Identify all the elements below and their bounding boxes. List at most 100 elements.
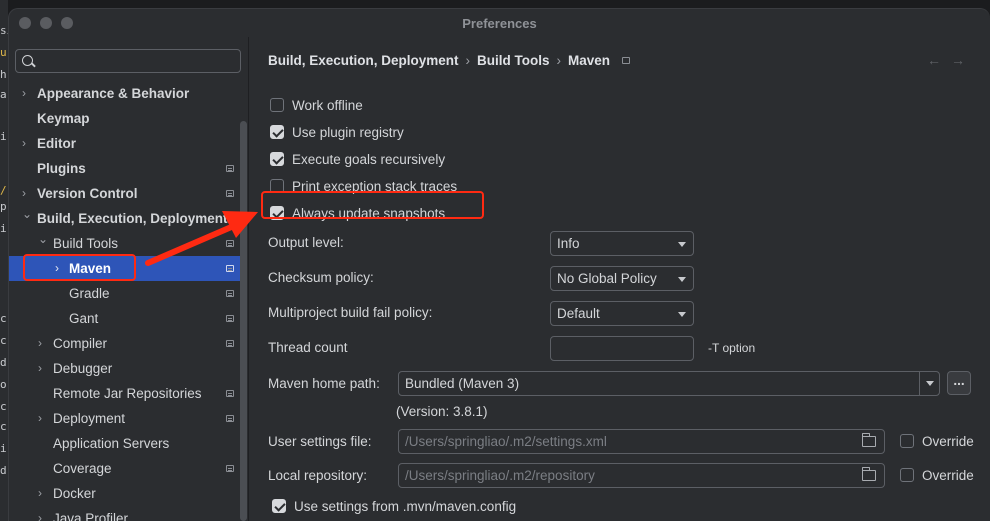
select-value: No Global Policy <box>557 271 657 286</box>
highlight-update-snapshots-annotation <box>261 191 484 219</box>
user-settings-override-checkbox[interactable]: Override <box>900 431 974 451</box>
sidebar-item-remote-jar-repositories[interactable]: Remote Jar Repositories <box>9 381 241 406</box>
sidebar-item-docker[interactable]: › Docker <box>9 481 241 506</box>
breadcrumb-item[interactable]: Build Tools <box>477 53 550 68</box>
combo-dropdown-button[interactable] <box>919 372 939 395</box>
zoom-window-button[interactable] <box>61 17 73 29</box>
sidebar-item-deployment[interactable]: › Deployment <box>9 406 241 431</box>
sidebar-item-label: Version Control <box>37 186 138 201</box>
chevron-right-icon[interactable]: › <box>22 131 26 156</box>
input-value: /Users/springliao/.m2/repository <box>405 468 595 483</box>
chevron-right-icon[interactable]: › <box>38 331 42 356</box>
search-icon <box>22 55 33 66</box>
chevron-right-icon[interactable]: › <box>38 356 42 381</box>
sidebar-item-gant[interactable]: Gant <box>9 306 241 331</box>
checkbox-box[interactable] <box>270 125 284 139</box>
project-level-icon <box>622 57 631 64</box>
sidebar-item-debugger[interactable]: › Debugger <box>9 356 241 381</box>
edge-char: h <box>0 68 7 81</box>
edge-char: / <box>0 184 7 197</box>
sidebar-item-appearance[interactable]: › Appearance & Behavior <box>9 81 241 106</box>
sidebar-item-keymap[interactable]: Keymap <box>9 106 241 131</box>
breadcrumb-separator: › <box>556 53 562 68</box>
thread-count-input[interactable] <box>550 336 694 361</box>
maven-settings-panel: Build, Execution, Deployment › Build Tools… <box>250 37 990 521</box>
search-input[interactable] <box>15 49 241 73</box>
local-repository-input[interactable]: /Users/springliao/.m2/repository <box>398 463 885 488</box>
checkbox-box[interactable] <box>900 434 914 448</box>
sidebar-item-version-control[interactable]: › Version Control <box>9 181 241 206</box>
edge-char: a <box>0 88 7 101</box>
chevron-down-icon[interactable]: ⌄ <box>22 202 32 227</box>
user-settings-label: User settings file: <box>268 434 372 449</box>
maven-home-label: Maven home path: <box>268 376 380 391</box>
project-level-icon <box>226 240 234 247</box>
chevron-down-icon <box>926 381 934 386</box>
chevron-right-icon[interactable]: › <box>22 81 26 106</box>
window-title: Preferences <box>462 15 537 31</box>
sidebar-item-label: Coverage <box>53 461 112 476</box>
back-arrow-icon[interactable]: ← <box>927 52 951 68</box>
folder-icon[interactable] <box>862 433 876 447</box>
checkbox-label: Override <box>922 433 974 449</box>
checkbox-label: Work offline <box>292 97 363 113</box>
sidebar-item-editor[interactable]: › Editor <box>9 131 241 156</box>
select-value: Default <box>557 306 600 321</box>
project-level-icon <box>226 165 234 172</box>
sidebar-item-coverage[interactable]: Coverage <box>9 456 241 481</box>
history-navigation: ←→ <box>927 52 975 68</box>
breadcrumb-item[interactable]: Build, Execution, Deployment <box>268 53 459 68</box>
checkbox-label: Override <box>922 467 974 483</box>
edge-char: p <box>0 200 7 213</box>
forward-arrow-icon[interactable]: → <box>951 52 975 68</box>
sidebar-item-gradle[interactable]: Gradle <box>9 281 241 306</box>
checkbox-box[interactable] <box>272 499 286 513</box>
fail-policy-select[interactable]: Default <box>550 301 694 326</box>
sidebar-item-build-tools[interactable]: ⌄ Build Tools <box>9 231 241 256</box>
goals-recursive-checkbox[interactable]: Execute goals recursively <box>270 149 445 169</box>
sidebar-item-label: Java Profiler <box>53 511 129 521</box>
chevron-right-icon[interactable]: › <box>38 481 42 506</box>
chevron-right-icon[interactable]: › <box>38 506 42 521</box>
project-level-icon <box>226 290 234 297</box>
sidebar-scrollbar[interactable] <box>240 121 247 521</box>
work-offline-checkbox[interactable]: Work offline <box>270 95 363 115</box>
highlight-maven-annotation <box>23 254 136 281</box>
close-window-button[interactable] <box>19 17 31 29</box>
combo-value: Bundled (Maven 3) <box>405 376 520 391</box>
sidebar-item-java-profiler[interactable]: › Java Profiler <box>9 506 241 521</box>
sidebar-item-compiler[interactable]: › Compiler <box>9 331 241 356</box>
sidebar-item-label: Remote Jar Repositories <box>53 386 202 401</box>
sidebar-item-label: Build Tools <box>53 236 119 251</box>
mvn-config-checkbox[interactable]: Use settings from .mvn/maven.config <box>272 496 516 516</box>
project-level-icon <box>226 315 234 322</box>
checkbox-label: Execute goals recursively <box>292 151 446 167</box>
project-level-icon <box>226 340 234 347</box>
fail-policy-label: Multiproject build fail policy: <box>268 305 433 320</box>
maven-home-combo[interactable]: Bundled (Maven 3) <box>398 371 940 396</box>
local-repository-override-checkbox[interactable]: Override <box>900 465 974 485</box>
checkbox-box[interactable] <box>270 98 284 112</box>
checksum-policy-select[interactable]: No Global Policy <box>550 266 694 291</box>
chevron-down-icon[interactable]: ⌄ <box>38 227 48 252</box>
sidebar-item-label: Gant <box>69 311 99 326</box>
checkbox-box[interactable] <box>270 152 284 166</box>
edge-char: c <box>0 420 7 433</box>
output-level-select[interactable]: Info <box>550 231 694 256</box>
sidebar-item-plugins[interactable]: Plugins <box>9 156 241 181</box>
edge-char: c <box>0 400 7 413</box>
sidebar-item-label: Compiler <box>53 336 108 351</box>
sidebar-item-application-servers[interactable]: Application Servers <box>9 431 241 456</box>
folder-icon[interactable] <box>862 467 876 481</box>
thread-count-hint: -T option <box>708 341 756 355</box>
user-settings-input[interactable]: /Users/springliao/.m2/settings.xml <box>398 429 885 454</box>
chevron-right-icon[interactable]: › <box>38 406 42 431</box>
minimize-window-button[interactable] <box>40 17 52 29</box>
browse-maven-home-button[interactable]: ... <box>947 371 971 395</box>
edge-char: d <box>0 464 7 477</box>
plugin-registry-checkbox[interactable]: Use plugin registry <box>270 122 404 142</box>
checkbox-box[interactable] <box>900 468 914 482</box>
chevron-down-icon <box>678 277 686 282</box>
chevron-down-icon <box>678 242 686 247</box>
sidebar-item-label: Debugger <box>53 361 113 376</box>
